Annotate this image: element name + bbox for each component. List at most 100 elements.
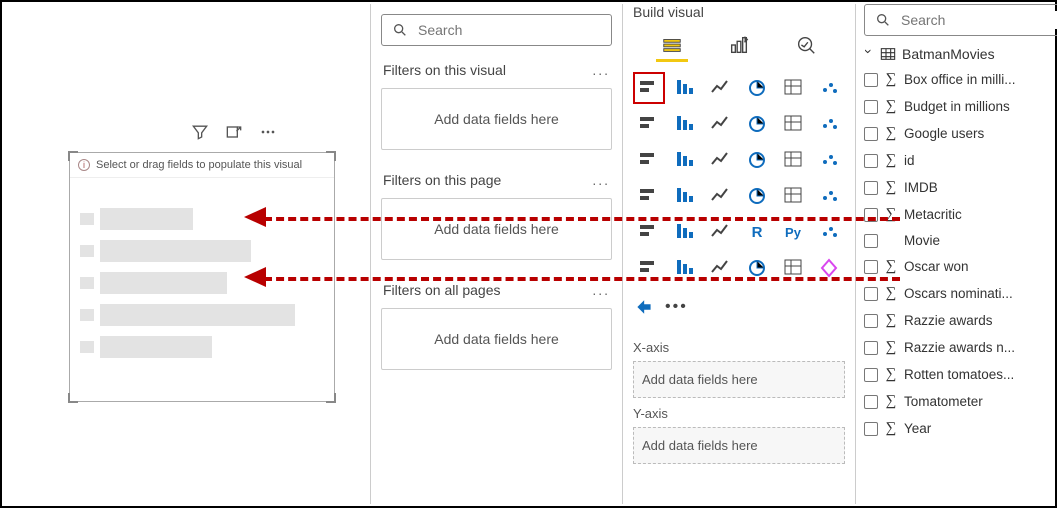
filters-search[interactable] bbox=[381, 14, 612, 46]
viz-type-clustered-bar[interactable] bbox=[669, 72, 701, 104]
tab-build-visual[interactable] bbox=[656, 30, 688, 62]
field-name: id bbox=[904, 153, 915, 168]
checkbox[interactable] bbox=[864, 368, 878, 382]
filters-search-input[interactable] bbox=[416, 21, 601, 39]
checkbox[interactable] bbox=[864, 341, 878, 355]
annotation-arrow bbox=[264, 217, 900, 221]
tab-format-visual[interactable] bbox=[723, 30, 755, 62]
more-options-icon[interactable]: ... bbox=[592, 62, 610, 78]
field-item[interactable]: ∑ Razzie awards bbox=[862, 307, 1057, 334]
viz-type-area[interactable] bbox=[669, 108, 701, 140]
fields-pane: › BatmanMovies ∑ Box office in milli... … bbox=[855, 4, 1057, 504]
viz-type-filled-map[interactable] bbox=[669, 180, 701, 212]
filter-section-title: Filters on all pages bbox=[383, 282, 501, 298]
sigma-icon: ∑ bbox=[884, 312, 898, 329]
field-item[interactable]: ∑ Google users bbox=[862, 120, 1057, 147]
checkbox[interactable] bbox=[864, 260, 878, 274]
more-options-icon[interactable] bbox=[258, 122, 278, 142]
viz-type-donut[interactable] bbox=[777, 144, 809, 176]
get-more-visuals-icon[interactable] bbox=[635, 296, 657, 318]
viz-type-stacked-column-100[interactable] bbox=[777, 72, 809, 104]
viz-type-line-clustered[interactable] bbox=[741, 108, 773, 140]
field-name: Oscars nominati... bbox=[904, 286, 1013, 301]
field-name: Oscar won bbox=[904, 259, 969, 274]
arrow-head-icon bbox=[244, 267, 266, 287]
checkbox[interactable] bbox=[864, 127, 878, 141]
more-options-icon[interactable]: ••• bbox=[665, 298, 688, 316]
filter-icon[interactable] bbox=[190, 122, 210, 142]
visual-hint: i Select or drag fields to populate this… bbox=[70, 153, 334, 178]
field-item[interactable]: ∑ Box office in milli... bbox=[862, 66, 1057, 93]
sigma-icon: ∑ bbox=[884, 285, 898, 302]
checkbox[interactable] bbox=[864, 100, 878, 114]
field-item[interactable]: ∑ Year bbox=[862, 415, 1057, 442]
viz-type-ribbon[interactable] bbox=[813, 108, 845, 140]
field-name: Year bbox=[904, 421, 931, 436]
more-options-icon[interactable]: ... bbox=[592, 172, 610, 188]
viz-type-stacked-bar-100[interactable] bbox=[813, 72, 845, 104]
checkbox[interactable] bbox=[864, 422, 878, 436]
filter-section-title: Filters on this visual bbox=[383, 62, 506, 78]
yaxis-label: Y-axis bbox=[633, 406, 845, 421]
checkbox[interactable] bbox=[864, 73, 878, 87]
field-item[interactable]: ∑ IMDB bbox=[862, 174, 1057, 201]
viz-type-stacked-bar-h[interactable] bbox=[705, 72, 737, 104]
yaxis-well[interactable]: Add data fields here bbox=[633, 427, 845, 464]
checkbox[interactable] bbox=[864, 287, 878, 301]
fields-search[interactable] bbox=[864, 4, 1057, 36]
sigma-icon: ∑ bbox=[884, 339, 898, 356]
search-icon bbox=[875, 12, 891, 28]
svg-text:Py: Py bbox=[785, 225, 802, 240]
viz-type-gauge[interactable] bbox=[741, 180, 773, 212]
checkbox[interactable] bbox=[864, 395, 878, 409]
tab-analytics[interactable] bbox=[790, 30, 822, 62]
viz-type-scatter[interactable] bbox=[705, 144, 737, 176]
filter-well[interactable]: Add data fields here bbox=[381, 308, 612, 370]
viz-type-map[interactable] bbox=[633, 180, 665, 212]
viz-type-clustered-column[interactable] bbox=[741, 72, 773, 104]
table-node[interactable]: › BatmanMovies bbox=[862, 42, 1057, 66]
viz-type-treemap[interactable] bbox=[813, 144, 845, 176]
checkbox[interactable] bbox=[864, 181, 878, 195]
viz-type-waterfall[interactable] bbox=[633, 144, 665, 176]
fields-search-input[interactable] bbox=[899, 11, 1057, 29]
field-item[interactable]: ∑ Budget in millions bbox=[862, 93, 1057, 120]
viz-type-azure-map[interactable] bbox=[705, 180, 737, 212]
focus-mode-icon[interactable] bbox=[224, 122, 244, 142]
viz-type-pie[interactable] bbox=[741, 144, 773, 176]
build-visual-header: Build visual bbox=[623, 4, 855, 24]
checkbox[interactable] bbox=[864, 314, 878, 328]
viz-type-stacked-bar[interactable] bbox=[633, 72, 665, 104]
viz-type-funnel[interactable] bbox=[669, 144, 701, 176]
report-canvas[interactable]: i Select or drag fields to populate this… bbox=[4, 4, 370, 504]
filter-well[interactable]: Add data fields here bbox=[381, 198, 612, 260]
filter-well[interactable]: Add data fields here bbox=[381, 88, 612, 150]
viz-type-line[interactable] bbox=[633, 108, 665, 140]
arrow-head-icon bbox=[244, 207, 266, 227]
checkbox[interactable] bbox=[864, 234, 878, 248]
viz-type-line-stacked[interactable] bbox=[777, 108, 809, 140]
viz-type-card[interactable] bbox=[777, 180, 809, 212]
field-item[interactable]: ∑ Tomatometer bbox=[862, 388, 1057, 415]
checkbox[interactable] bbox=[864, 154, 878, 168]
field-item[interactable]: ∑ Razzie awards n... bbox=[862, 334, 1057, 361]
more-options-icon[interactable]: ... bbox=[592, 282, 610, 298]
table-icon bbox=[880, 47, 896, 61]
viz-type-stacked-area[interactable] bbox=[705, 108, 737, 140]
field-item[interactable]: ∑ id bbox=[862, 147, 1057, 174]
field-name: Razzie awards n... bbox=[904, 340, 1015, 355]
sigma-icon: ∑ bbox=[884, 71, 898, 88]
field-name: IMDB bbox=[904, 180, 938, 195]
sigma-icon: ∑ bbox=[884, 393, 898, 410]
field-item[interactable]: ∑ Oscars nominati... bbox=[862, 280, 1057, 307]
field-item[interactable]: Movie bbox=[862, 228, 1057, 253]
field-name: Movie bbox=[904, 233, 940, 248]
chevron-down-icon: › bbox=[861, 49, 877, 59]
field-item[interactable]: ∑ Oscar won bbox=[862, 253, 1057, 280]
field-item[interactable]: ∑ Rotten tomatoes... bbox=[862, 361, 1057, 388]
viz-type-multi-card[interactable] bbox=[813, 180, 845, 212]
search-icon bbox=[392, 22, 408, 38]
xaxis-well[interactable]: Add data fields here bbox=[633, 361, 845, 398]
field-item[interactable]: ∑ Metacritic bbox=[862, 201, 1057, 228]
table-name: BatmanMovies bbox=[902, 46, 995, 62]
